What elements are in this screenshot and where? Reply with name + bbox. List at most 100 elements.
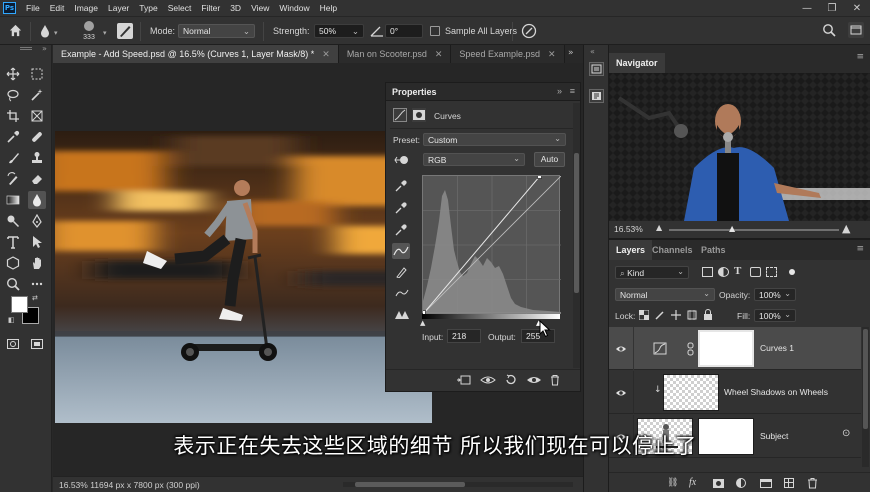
scrollbar-thumb[interactable]	[574, 153, 579, 293]
healing-brush-tool-icon[interactable]	[28, 128, 46, 146]
tab-example-add-speed[interactable]: Example - Add Speed.psd @ 16.5% (Curves …	[53, 45, 339, 63]
menu-file[interactable]: File	[21, 3, 45, 13]
layer-row-curves-1[interactable]: Curves 1	[609, 327, 861, 370]
menu-help[interactable]: Help	[315, 3, 342, 13]
pressure-icon[interactable]	[521, 23, 537, 39]
properties-scrollbar[interactable]	[573, 103, 580, 368]
restore-icon[interactable]: ❐	[820, 0, 844, 16]
pen-tool-icon[interactable]	[28, 212, 46, 230]
preset-select[interactable]: Custom ⌄	[423, 133, 566, 146]
draw-curve-icon[interactable]	[395, 266, 407, 278]
brush-chevron-icon[interactable]: ▾	[103, 29, 107, 37]
channel-select[interactable]: RGB ⌄	[423, 153, 525, 166]
layer-thumbnail[interactable]	[637, 418, 693, 455]
tab-channels[interactable]: Channels	[645, 240, 700, 260]
menu-edit[interactable]: Edit	[45, 3, 70, 13]
visibility-eye-icon[interactable]	[615, 387, 627, 399]
move-tool-icon[interactable]	[4, 65, 22, 83]
dodge-tool-icon[interactable]	[4, 212, 22, 230]
brush-size-picker[interactable]: 333	[77, 20, 101, 44]
properties-panel-icon[interactable]	[589, 89, 604, 103]
new-adjustment-layer-icon[interactable]	[736, 478, 746, 488]
clip-to-layer-icon[interactable]	[456, 374, 472, 386]
sample-white-point-icon[interactable]	[395, 224, 407, 236]
history-brush-tool-icon[interactable]	[4, 170, 22, 188]
zoom-in-icon[interactable]: ▲	[842, 222, 850, 235]
workspace-icon[interactable]	[848, 22, 864, 38]
brush-tool-icon[interactable]	[4, 149, 22, 167]
menu-type[interactable]: Type	[134, 3, 162, 13]
strength-input[interactable]: 50% ⌄	[314, 24, 364, 38]
frame-tool-icon[interactable]	[28, 107, 46, 125]
close-tab-icon[interactable]: ✕	[322, 49, 330, 60]
layer-row-subject[interactable]: Subject ⊙	[609, 415, 861, 458]
zoom-tool-icon[interactable]	[4, 275, 22, 293]
lock-artboard-icon[interactable]	[687, 310, 697, 320]
swap-colors-icon[interactable]: ⇄	[32, 294, 38, 302]
smooth-curve-icon[interactable]	[395, 287, 409, 299]
layer-thumbnail[interactable]	[663, 374, 719, 411]
mask-link-icon[interactable]	[687, 342, 695, 356]
collapse-panel-icon[interactable]: »	[557, 86, 562, 96]
layer-name[interactable]: Subject	[760, 431, 788, 441]
blur-tool-icon[interactable]	[28, 191, 46, 209]
default-colors-icon[interactable]: ◧	[8, 316, 15, 324]
sample-gray-point-icon[interactable]	[395, 202, 407, 214]
navigator-title[interactable]: Navigator	[609, 53, 665, 73]
brush-settings-icon[interactable]	[117, 23, 133, 39]
eraser-tool-icon[interactable]	[28, 170, 46, 188]
filter-pixel-icon[interactable]	[702, 267, 713, 277]
menu-view[interactable]: View	[246, 3, 274, 13]
black-point-slider-icon[interactable]: ▲	[420, 319, 425, 327]
layers-scrollbar[interactable]	[862, 327, 869, 467]
lock-pixels-icon[interactable]	[655, 310, 665, 320]
lock-all-icon[interactable]	[703, 309, 713, 320]
marquee-tool-icon[interactable]	[28, 65, 46, 83]
layer-name[interactable]: Wheel Shadows on Wheels	[724, 387, 828, 397]
panel-menu-icon[interactable]: ≡	[570, 86, 575, 96]
add-mask-icon[interactable]	[713, 479, 724, 488]
menu-layer[interactable]: Layer	[103, 3, 134, 13]
screen-mode-icon[interactable]	[28, 335, 46, 353]
curves-graph[interactable]	[422, 175, 561, 314]
filter-type-icon[interactable]: T	[734, 265, 741, 277]
menu-select[interactable]: Select	[163, 3, 197, 13]
minimize-icon[interactable]: —	[795, 0, 819, 16]
zoom-slider-handle[interactable]: ▲	[729, 224, 735, 233]
edit-points-icon[interactable]	[392, 243, 410, 259]
clipping-warning-icon[interactable]	[394, 308, 410, 320]
filter-adjustment-icon[interactable]	[718, 267, 729, 277]
tab-man-on-scooter[interactable]: Man on Scooter.psd ✕	[338, 45, 452, 63]
preset-chevron-icon[interactable]: ▾	[54, 29, 58, 37]
more-tabs-icon[interactable]: »	[568, 48, 574, 58]
mode-select[interactable]: Normal ⌄	[178, 24, 255, 38]
new-layer-icon[interactable]	[784, 478, 794, 488]
toolbar-collapse-icon[interactable]: »	[42, 44, 47, 53]
menu-image[interactable]: Image	[69, 3, 103, 13]
more-tools-icon[interactable]	[28, 275, 46, 293]
visibility-eye-icon[interactable]	[615, 343, 627, 355]
gradient-tool-icon[interactable]	[4, 191, 22, 209]
scrollbar-thumb[interactable]	[355, 482, 465, 487]
sample-all-layers-checkbox[interactable]	[430, 26, 440, 36]
menu-window[interactable]: Window	[274, 3, 314, 13]
layer-filter-select[interactable]: ⌕ Kind ⌄	[615, 266, 689, 279]
menu-3d[interactable]: 3D	[225, 3, 246, 13]
layer-style-icon[interactable]: fx	[689, 477, 696, 488]
layer-name[interactable]: Curves 1	[760, 343, 794, 353]
layer-mask-thumbnail[interactable]	[698, 330, 754, 367]
filter-smart-object-icon[interactable]	[766, 267, 777, 277]
history-panel-icon[interactable]	[589, 62, 604, 76]
new-group-icon[interactable]	[760, 479, 772, 488]
tab-speed-example[interactable]: Speed Example.psd ✕	[451, 45, 565, 63]
layer-mask-icon[interactable]	[412, 108, 426, 122]
filter-toggle-icon[interactable]	[789, 269, 795, 275]
quick-mask-icon[interactable]	[4, 335, 22, 353]
opacity-input[interactable]: 100% ⌄	[754, 288, 796, 301]
close-window-icon[interactable]: ✕	[845, 0, 869, 16]
link-layers-icon[interactable]: ⛓	[667, 478, 678, 488]
delete-layer-icon[interactable]	[807, 477, 818, 489]
zoom-slider-track[interactable]	[669, 229, 839, 231]
angle-input[interactable]: 0°	[385, 24, 423, 38]
targeted-adjustment-icon[interactable]	[393, 154, 409, 166]
